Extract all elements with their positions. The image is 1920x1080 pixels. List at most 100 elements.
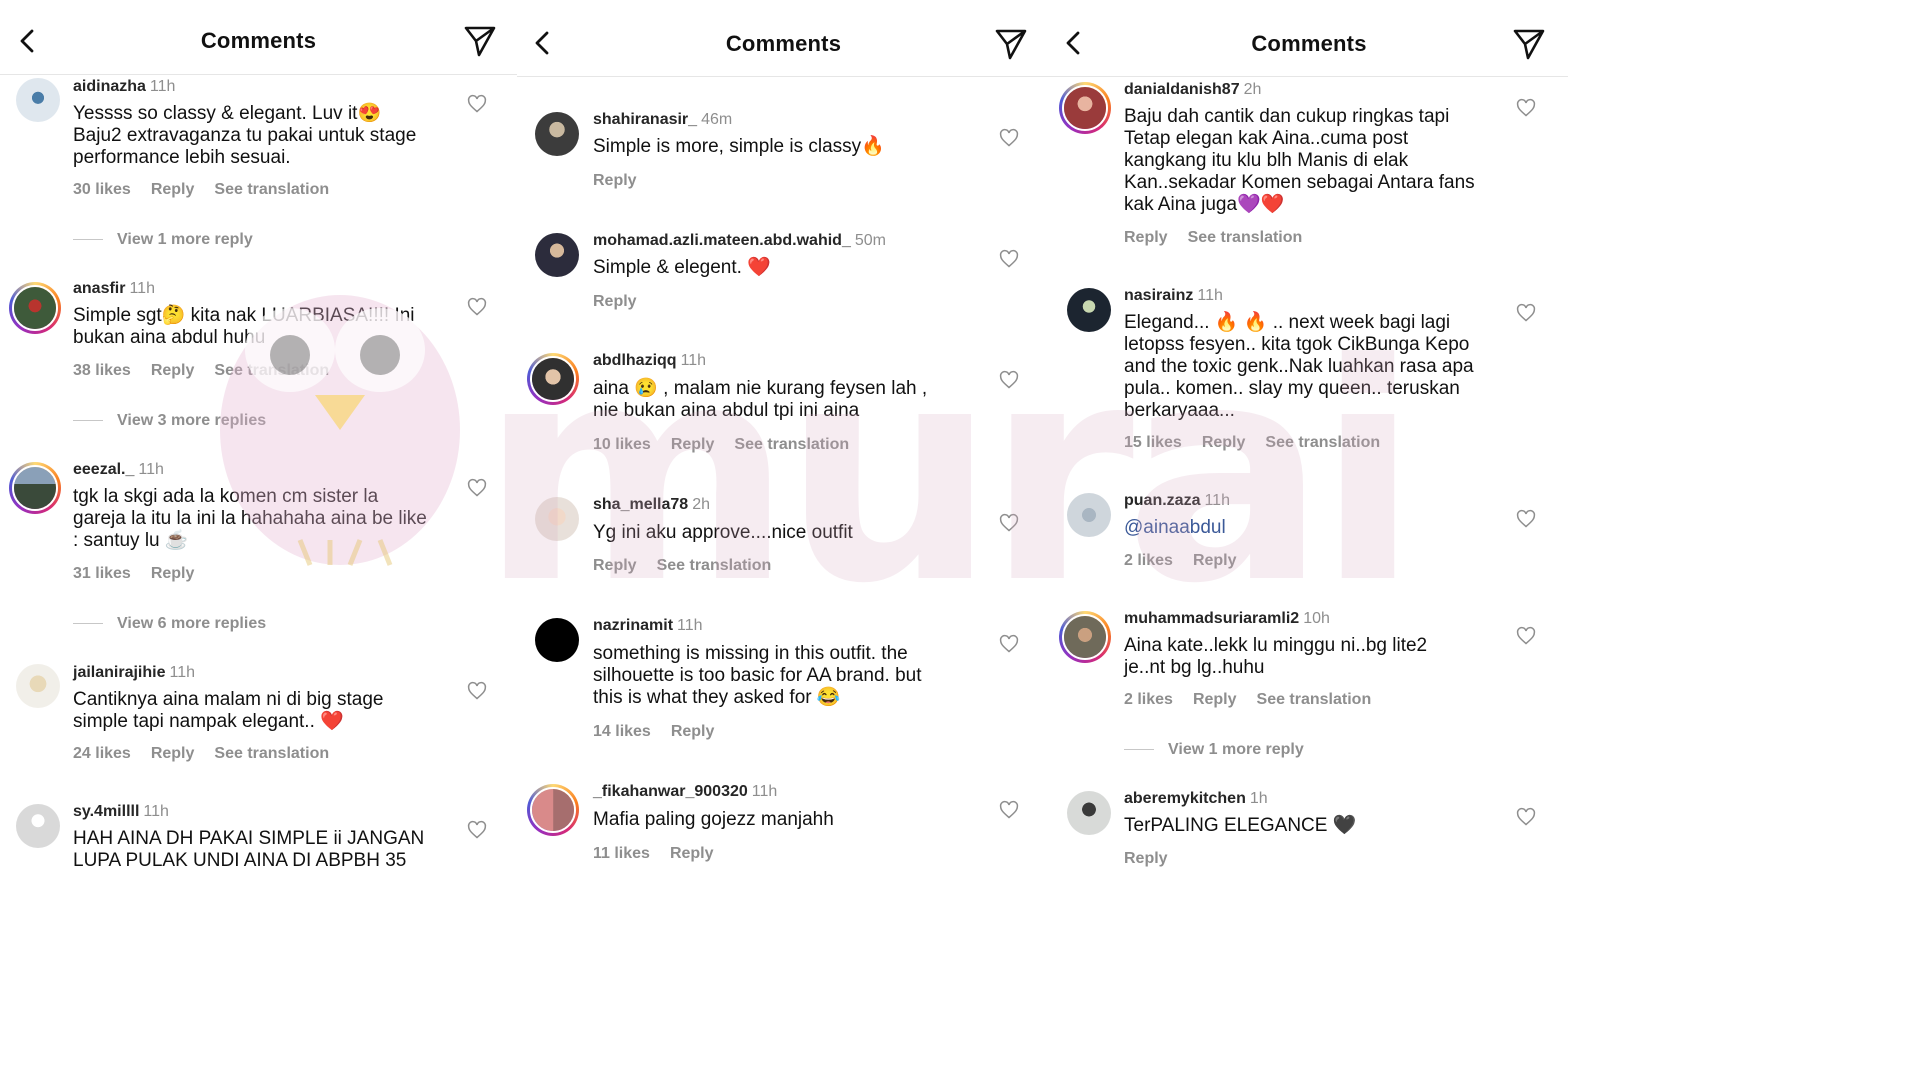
heart-icon[interactable] xyxy=(999,800,1019,820)
reply-button[interactable]: Reply xyxy=(1202,434,1246,451)
avatar[interactable] xyxy=(535,618,579,662)
avatar[interactable] xyxy=(16,78,60,122)
avatar[interactable] xyxy=(527,353,579,405)
comment-username[interactable]: puan.zaza 11h xyxy=(1124,492,1230,510)
heart-icon[interactable] xyxy=(467,297,487,317)
heart-icon[interactable] xyxy=(467,820,487,840)
avatar[interactable] xyxy=(16,804,60,848)
likes-count[interactable]: 15 likes xyxy=(1124,434,1182,451)
heart-icon[interactable] xyxy=(1516,807,1536,827)
heart-icon[interactable] xyxy=(999,370,1019,390)
comment-actions: 30 likes Reply See translation xyxy=(73,181,349,199)
likes-count[interactable]: 31 likes xyxy=(73,565,131,582)
see-translation-button[interactable]: See translation xyxy=(1257,691,1372,708)
comment-text: TerPALING ELEGANCE 🖤 xyxy=(1124,815,1357,836)
comment-username[interactable]: danialdanish87 2h xyxy=(1124,81,1261,99)
comment-actions: 31 likes Reply xyxy=(73,565,214,583)
reply-button[interactable]: Reply xyxy=(1124,229,1168,246)
comment-username[interactable]: nazrinamit 11h xyxy=(593,617,703,635)
comment-username[interactable]: abdlhaziqq 11h xyxy=(593,352,706,370)
likes-count[interactable]: 11 likes xyxy=(593,845,650,862)
view-more-replies[interactable]: View 1 more reply xyxy=(73,231,253,249)
see-translation-button[interactable]: See translation xyxy=(734,436,849,453)
see-translation-button[interactable]: See translation xyxy=(214,745,329,762)
comment-username[interactable]: aberemykitchen 1h xyxy=(1124,790,1268,808)
likes-count[interactable]: 24 likes xyxy=(73,745,131,762)
heart-icon[interactable] xyxy=(999,513,1019,533)
avatar[interactable] xyxy=(1067,493,1111,537)
see-translation-button[interactable]: See translation xyxy=(214,362,329,379)
send-icon[interactable] xyxy=(994,27,1028,61)
see-translation-button[interactable]: See translation xyxy=(1265,434,1380,451)
comment-username[interactable]: muhammadsuriaramli2 10h xyxy=(1124,610,1330,628)
avatar[interactable] xyxy=(9,282,61,334)
avatar[interactable] xyxy=(9,462,61,514)
reply-button[interactable]: Reply xyxy=(151,181,195,198)
mention-link[interactable]: @ainaabdul xyxy=(1124,517,1226,539)
reply-button[interactable]: Reply xyxy=(1124,850,1168,867)
reply-button[interactable]: Reply xyxy=(593,293,637,310)
send-icon[interactable] xyxy=(463,24,497,58)
heart-icon[interactable] xyxy=(999,128,1019,148)
see-translation-button[interactable]: See translation xyxy=(214,181,329,198)
heart-icon[interactable] xyxy=(1516,303,1536,323)
heart-icon[interactable] xyxy=(467,94,487,114)
comment-text: Mafia paling gojezz manjahh xyxy=(593,809,834,830)
comment-username[interactable]: jailanirajihie 11h xyxy=(73,664,195,682)
comments-panel-3: Comments danialdanish87 2h Baju dah canti… xyxy=(1050,0,1568,879)
send-icon[interactable] xyxy=(1512,27,1546,61)
likes-count[interactable]: 2 likes xyxy=(1124,552,1173,569)
reply-button[interactable]: Reply xyxy=(671,436,715,453)
reply-button[interactable]: Reply xyxy=(1193,691,1237,708)
view-more-replies[interactable]: View 1 more reply xyxy=(1124,741,1304,759)
reply-button[interactable]: Reply xyxy=(593,172,637,189)
comment-username[interactable]: sy.4millll 11h xyxy=(73,803,169,821)
heart-icon[interactable] xyxy=(999,249,1019,269)
heart-icon[interactable] xyxy=(999,634,1019,654)
avatar[interactable] xyxy=(527,784,579,836)
avatar[interactable] xyxy=(1067,791,1111,835)
reply-button[interactable]: Reply xyxy=(593,557,637,574)
heart-icon[interactable] xyxy=(1516,98,1536,118)
likes-count[interactable]: 14 likes xyxy=(593,723,651,740)
avatar[interactable] xyxy=(1059,82,1111,134)
comment-username[interactable]: sha_mella78 2h xyxy=(593,496,710,514)
comment-username[interactable]: shahiranasir_ 46m xyxy=(593,111,732,129)
likes-count[interactable]: 38 likes xyxy=(73,362,131,379)
see-translation-button[interactable]: See translation xyxy=(657,557,772,574)
avatar[interactable] xyxy=(535,497,579,541)
view-more-replies[interactable]: View 3 more replies xyxy=(73,412,266,430)
reply-button[interactable]: Reply xyxy=(1193,552,1237,569)
reply-button[interactable]: Reply xyxy=(151,565,195,582)
comment-actions: Reply xyxy=(593,293,657,311)
reply-button[interactable]: Reply xyxy=(671,723,715,740)
heart-icon[interactable] xyxy=(467,478,487,498)
comment-username[interactable]: mohamad.azli.mateen.abd.wahid_ 50m xyxy=(593,232,886,250)
reply-button[interactable]: Reply xyxy=(151,745,195,762)
avatar[interactable] xyxy=(16,664,60,708)
comment-username[interactable]: _fikahanwar_900320 11h xyxy=(593,783,777,801)
comment-actions: 11 likes Reply xyxy=(593,845,734,863)
avatar[interactable] xyxy=(1059,611,1111,663)
comment-text: Cantiknya aina malam ni di big stage sim… xyxy=(73,689,384,732)
comment-username[interactable]: nasirainz 11h xyxy=(1124,287,1223,305)
view-more-replies[interactable]: View 6 more replies xyxy=(73,615,266,633)
heart-icon[interactable] xyxy=(467,681,487,701)
reply-button[interactable]: Reply xyxy=(670,845,714,862)
avatar[interactable] xyxy=(535,112,579,156)
likes-count[interactable]: 2 likes xyxy=(1124,691,1173,708)
heart-icon[interactable] xyxy=(1516,509,1536,529)
comment-username[interactable]: aidinazha 11h xyxy=(73,78,175,96)
comment-username[interactable]: anasfir 11h xyxy=(73,280,155,298)
comment-username[interactable]: eeezal._ 11h xyxy=(73,461,164,479)
reply-button[interactable]: Reply xyxy=(151,362,195,379)
heart-icon[interactable] xyxy=(1516,626,1536,646)
comments-panel-2: Comments shahiranasir_ 46m Simple is more… xyxy=(517,0,1050,879)
avatar[interactable] xyxy=(1067,288,1111,332)
avatar[interactable] xyxy=(535,233,579,277)
likes-count[interactable]: 10 likes xyxy=(593,436,651,453)
page-title: Comments xyxy=(200,28,317,53)
comment-actions: Reply xyxy=(593,172,657,190)
see-translation-button[interactable]: See translation xyxy=(1188,229,1303,246)
likes-count[interactable]: 30 likes xyxy=(73,181,131,198)
